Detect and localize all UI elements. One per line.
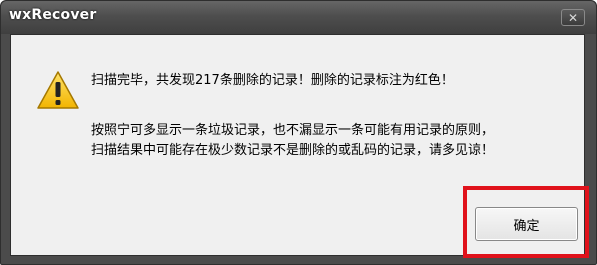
window-title: wxRecover	[9, 7, 97, 23]
message-summary: 扫描完毕，共发现217条删除的记录！删除的记录标注为红色！	[91, 73, 454, 88]
ok-button[interactable]: 确定	[475, 207, 578, 241]
close-button[interactable]: ✕	[561, 9, 585, 26]
warning-icon	[36, 69, 80, 111]
dialog-window: wxRecover ✕ 扫描完毕，共发现217条删除的记录！删除的记录标注为红色…	[0, 0, 597, 265]
message-notice: 扫描结果中可能存在极少数记录不是删除的或乱码的记录，请多见谅！	[91, 143, 495, 158]
dialog-content: 扫描完毕，共发现217条删除的记录！删除的记录标注为红色！ 按照宁可多显示一条垃…	[10, 34, 589, 258]
close-icon: ✕	[567, 10, 579, 25]
message-principle: 按照宁可多显示一条垃圾记录，也不漏显示一条可能有用记录的原则，	[91, 123, 495, 138]
title-bar[interactable]: wxRecover ✕	[1, 1, 596, 34]
